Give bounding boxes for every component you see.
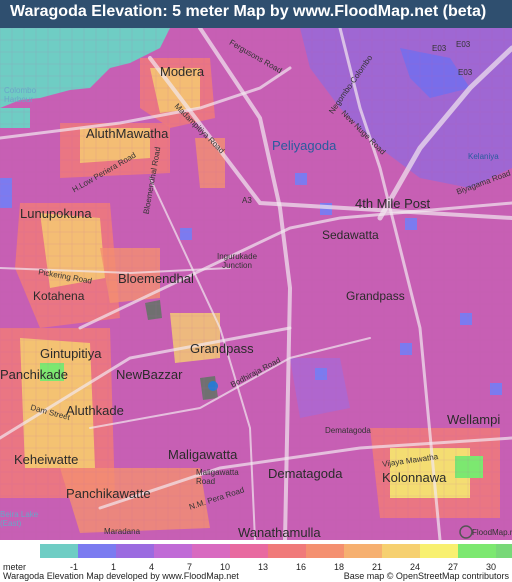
label-bloemendhal: Bloemendhal [118,271,194,286]
label-maradana: Maradana [104,527,141,536]
legend-swatch [154,544,192,558]
label-a3: A3 [242,196,252,205]
legend-swatch [116,544,154,558]
map-title: Waragoda Elevation: 5 meter Map by www.F… [10,3,487,20]
label-watermark: FloodMap.net [472,528,512,537]
label-aluthkade: Aluthkade [66,403,124,418]
legend-swatch [78,544,116,558]
label-colombo-harbour: Colombo Harbour [4,86,37,104]
label-kotahena: Kotahena [33,289,85,303]
label-dematagoda: Dematagoda [268,466,343,481]
label-e03-c: E03 [458,68,473,77]
label-ingurukade-junction: Ingurukade Junction [216,252,258,270]
label-gintupitiya: Gintupitiya [40,346,102,361]
elevation-map[interactable]: Modera AluthMawatha Peliyagoda Kelaniya … [0,28,512,540]
label-grandpass-east: Grandpass [346,289,405,303]
label-e03-b: E03 [456,40,471,49]
label-dematagoda-small: Dematagoda [325,426,371,435]
label-aluthmawatha: AluthMawatha [86,126,169,141]
legend-tick-label: 18 [333,562,344,572]
legend-swatch [192,544,230,558]
label-e03-a: E03 [432,44,447,53]
footer-credit: Waragoda Elevation Map developed by www.… [3,571,239,581]
label-newbazzar: NewBazzar [116,367,183,382]
legend-tick-label: 13 [257,562,268,572]
label-lunupokuna: Lunupokuna [20,206,92,221]
title-bar: Waragoda Elevation: 5 meter Map by www.F… [0,0,512,28]
legend-swatch [306,544,344,558]
legend-swatch [268,544,306,558]
label-kelaniya: Kelaniya [468,152,499,161]
label-kolonnawa: Kolonnawa [382,470,447,485]
footer-basemap-credit: Base map © OpenStreetMap contributors [343,571,509,581]
elevation-legend: meter -1147101316182124273033 Waragoda E… [0,540,512,582]
label-panchikade: Panchikade [0,367,68,382]
legend-swatch [382,544,420,558]
label-modera: Modera [160,64,205,79]
label-grandpass: Grandpass [190,341,254,356]
legend-swatch [458,544,496,558]
label-maligawatta-road: Maligawatta Road [196,468,239,486]
label-wanathamulla: Wanathamulla [238,525,321,540]
legend-swatch [344,544,382,558]
legend-swatch [496,544,512,558]
legend-swatch [40,544,78,558]
label-peliyagoda: Peliyagoda [272,138,337,153]
legend-swatch [230,544,268,558]
legend-tick-label: 16 [295,562,306,572]
label-keheiwatte: Keheiwatte [14,452,79,467]
label-fourth-mile-post: 4th Mile Post [355,196,431,211]
legend-swatch [420,544,458,558]
label-beira-lake: Beira Lake (East) [0,510,39,528]
label-panchikawatte: Panchikawatte [66,486,151,501]
label-maligawatta: Maligawatta [168,447,238,462]
label-sedawatta: Sedawatta [322,228,379,242]
label-wellampi: Wellampi [447,412,501,427]
